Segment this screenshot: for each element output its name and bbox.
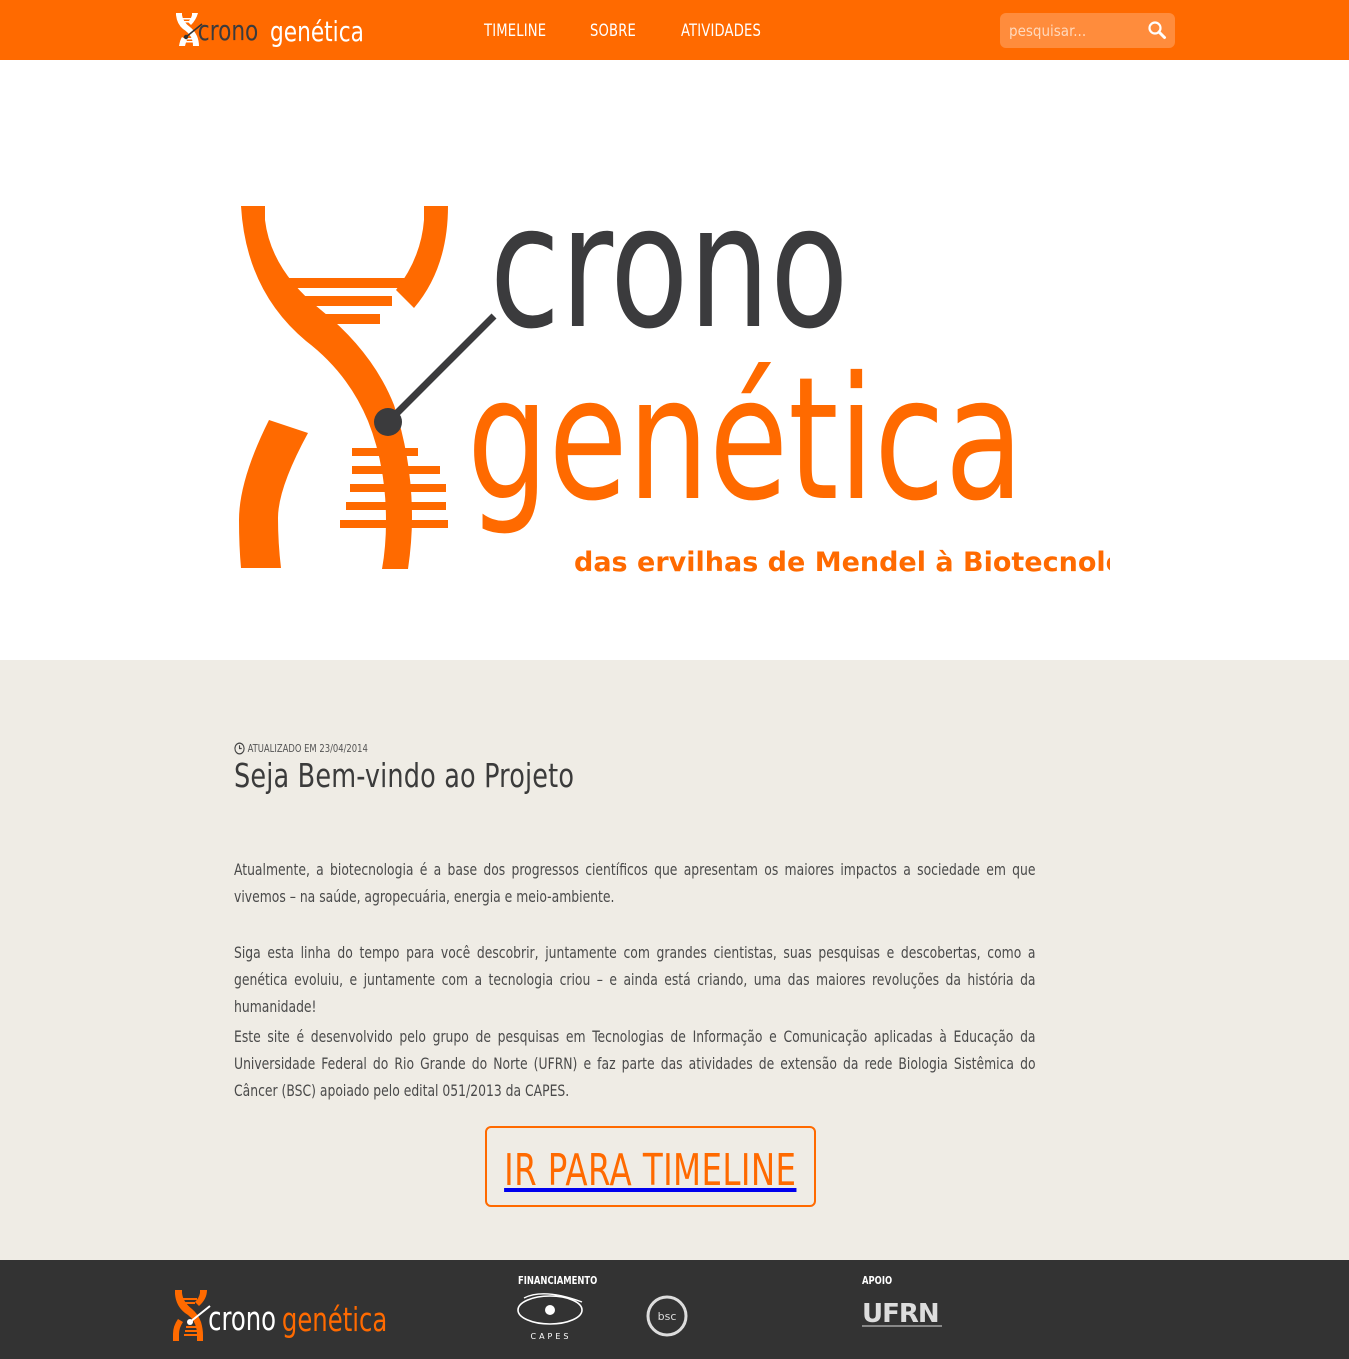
updated-date: ATUALIZADO EM 23/04/2014: [234, 742, 368, 755]
search-box: [1000, 13, 1175, 48]
svg-text:UFRN: UFRN: [862, 1299, 939, 1329]
intro-paragraph-3: Este site é desenvolvido pelo grupo de p…: [234, 1027, 1036, 1100]
logo-text-genetica: genética: [270, 16, 364, 48]
footer-logo-crono: crono: [208, 1300, 276, 1338]
bsc-logo[interactable]: bsc: [644, 1293, 690, 1339]
site-logo: crono genética: [176, 13, 364, 49]
go-to-timeline-button[interactable]: IR PARA TIMELINE: [485, 1126, 816, 1207]
welcome-section: ATUALIZADO EM 23/04/2014 Seja Bem-vindo …: [0, 660, 1349, 1260]
page-title: Seja Bem-vindo ao Projeto: [234, 756, 575, 795]
svg-text:bsc: bsc: [658, 1310, 677, 1323]
nav-atividades[interactable]: ATIVIDADES: [681, 0, 776, 62]
nav-sobre[interactable]: SOBRE: [590, 0, 642, 62]
intro-paragraph-2: Siga esta linha do tempo para você desco…: [234, 943, 1036, 1016]
nav-timeline[interactable]: TIMELINE: [484, 0, 553, 62]
support-label: APOIO: [862, 1274, 893, 1287]
ufrn-logo[interactable]: UFRN: [862, 1298, 944, 1330]
updated-text: ATUALIZADO EM 23/04/2014: [247, 742, 368, 755]
clock-icon: [234, 742, 245, 755]
search-icon[interactable]: [1147, 20, 1167, 40]
dna-helix-icon: [173, 1290, 207, 1341]
financing-label: FINANCIAMENTO: [518, 1274, 598, 1287]
footer-logo: crono genética: [173, 1290, 387, 1341]
footer-logo-link[interactable]: crono genética: [172, 1288, 392, 1342]
footer: crono genética FINANCIAMENTO APOIO CAPES…: [0, 1260, 1349, 1359]
intro-paragraph-1: Atualmente, a biotecnologia é a base dos…: [234, 860, 1036, 906]
footer-logo-genetica: genética: [282, 1301, 387, 1339]
search-input[interactable]: [1000, 13, 1140, 48]
logo-text-crono: crono: [198, 15, 259, 47]
dna-helix-icon: [239, 206, 448, 569]
capes-logo[interactable]: CAPES: [516, 1288, 586, 1342]
svg-text:CAPES: CAPES: [530, 1332, 571, 1341]
hero-logo: crono genética das ervilhas de Mendel à …: [236, 198, 1110, 590]
top-navbar: crono genética TIMELINE SOBRE ATIVIDADES: [0, 0, 1349, 60]
site-logo-link[interactable]: crono genética: [172, 10, 382, 50]
hero-tagline: das ervilhas de Mendel à Biotecnologia: [574, 547, 1110, 578]
hero-banner: crono genética das ervilhas de Mendel à …: [0, 60, 1349, 660]
go-to-timeline-label: IR PARA TIMELINE: [504, 1145, 797, 1196]
hero-logo-genetica: genética: [467, 341, 1024, 539]
